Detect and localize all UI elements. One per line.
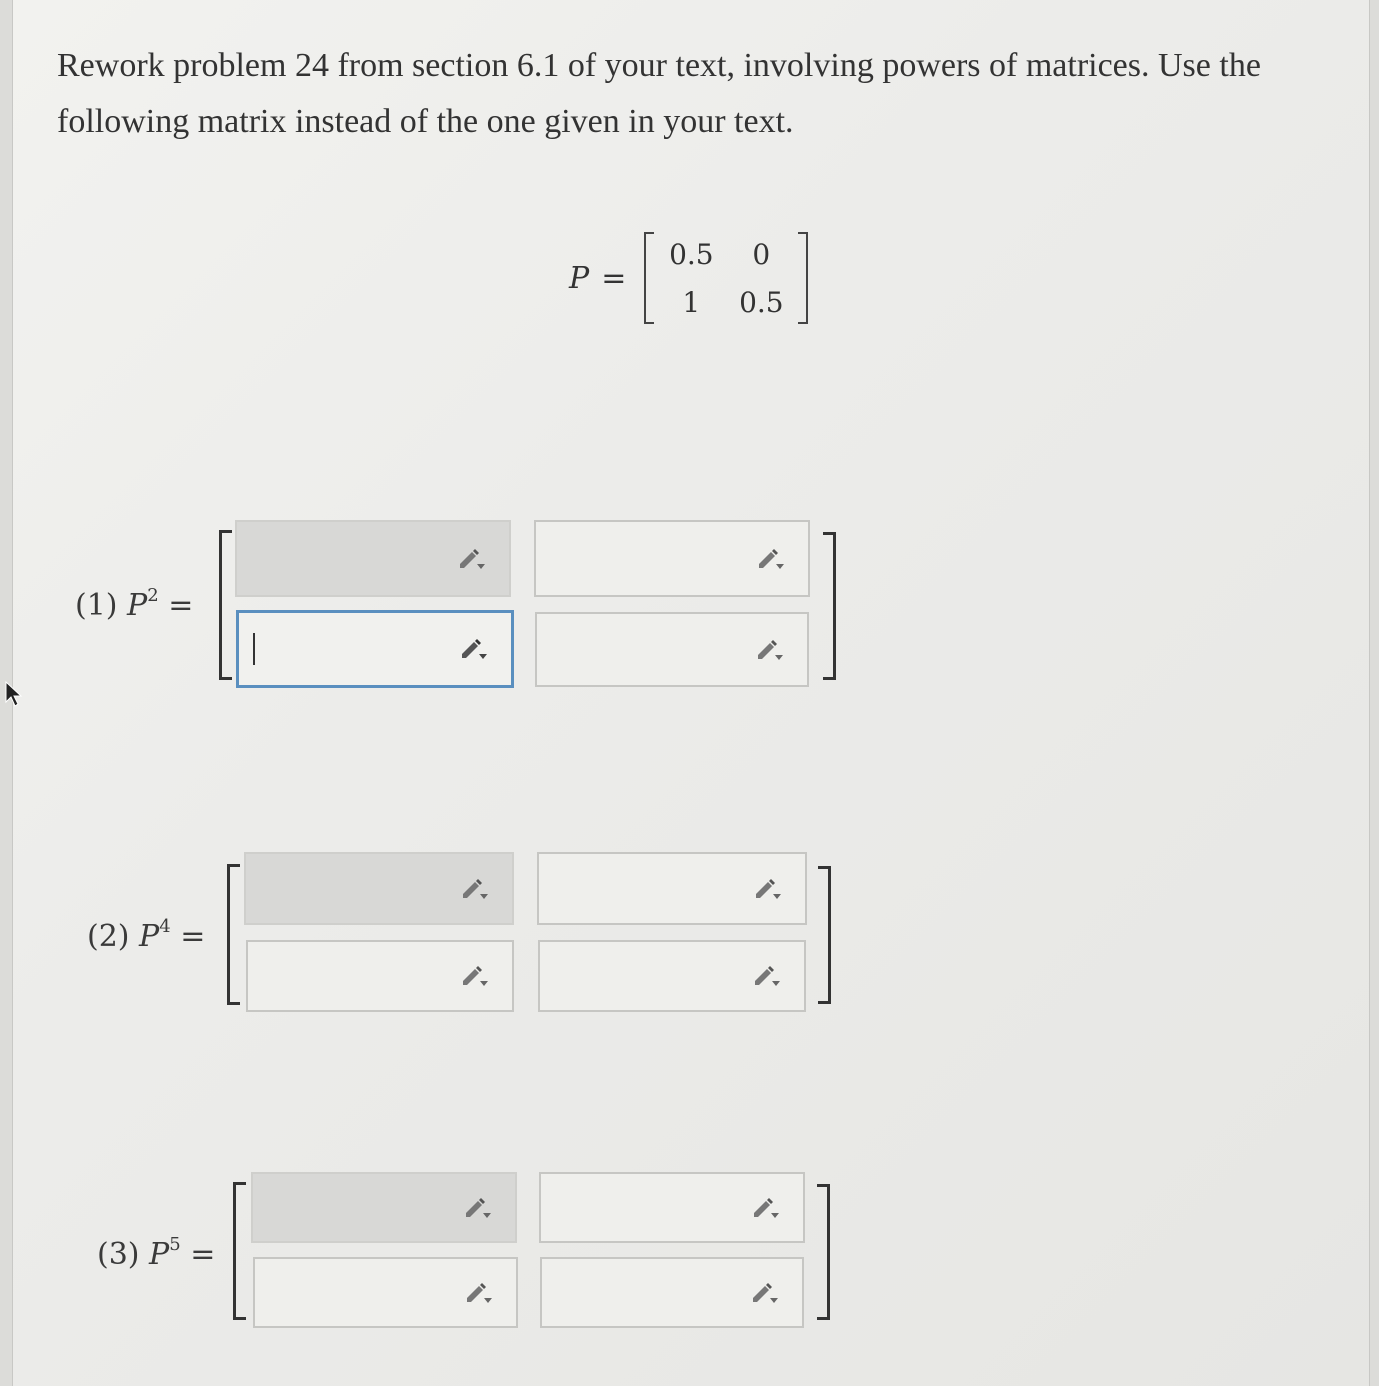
pencil-dropdown-icon[interactable] [756, 546, 786, 572]
answer-cell-p4-r2c2[interactable] [538, 940, 806, 1012]
pencil-dropdown-icon[interactable] [464, 1280, 494, 1306]
left-bracket [219, 530, 232, 680]
pencil-dropdown-icon[interactable] [753, 876, 783, 902]
right-bracket [818, 866, 831, 1004]
pencil-dropdown-icon[interactable] [459, 636, 489, 662]
answer-cell-p2-r2c2[interactable] [535, 612, 809, 687]
left-bracket [233, 1182, 246, 1320]
answer-cell-p5-r2c1[interactable] [253, 1257, 518, 1328]
matrix-entry-r2c2: 0.5 [739, 285, 784, 319]
pencil-dropdown-icon[interactable] [463, 1195, 493, 1221]
answer-cell-p5-r1c1[interactable] [251, 1172, 517, 1243]
pencil-dropdown-icon[interactable] [755, 637, 785, 663]
given-matrix-equation: P = 0.5 0 1 0.5 [569, 228, 809, 328]
right-bracket [823, 532, 836, 680]
equals-sign: = [601, 260, 627, 296]
pencil-dropdown-icon[interactable] [460, 963, 490, 989]
answer-label-p2: (1) P2 = [75, 585, 194, 623]
given-matrix: 0.5 0 1 0.5 [644, 230, 809, 326]
pencil-dropdown-icon[interactable] [751, 1195, 781, 1221]
matrix-entry-r1c2: 0 [752, 237, 771, 271]
question-prompt: Rework problem 24 from section 6.1 of yo… [57, 47, 1261, 140]
answer-cell-p5-r1c2[interactable] [539, 1172, 805, 1243]
pencil-dropdown-icon[interactable] [750, 1280, 780, 1306]
answer-cell-p2-r1c1[interactable] [235, 520, 511, 597]
given-matrix-name: P [569, 260, 590, 296]
matrix-entry-r1c1: 0.5 [669, 237, 714, 271]
mouse-pointer-icon [5, 680, 23, 707]
pencil-dropdown-icon[interactable] [460, 876, 490, 902]
answer-cell-p4-r1c1[interactable] [244, 852, 514, 925]
answer-label-p5: (3) P5 = [97, 1234, 216, 1272]
answer-cell-p2-r2c1[interactable] [236, 610, 514, 688]
answer-cell-p4-r1c2[interactable] [537, 852, 807, 925]
text-caret [253, 633, 255, 665]
left-bracket [227, 864, 240, 1005]
pencil-dropdown-icon[interactable] [752, 963, 782, 989]
pencil-dropdown-icon[interactable] [457, 546, 487, 572]
matrix-entry-r2c1: 1 [682, 285, 701, 319]
question-page: Rework problem 24 from section 6.1 of yo… [12, 0, 1370, 1386]
right-bracket [817, 1184, 830, 1320]
answer-label-p4: (2) P4 = [87, 916, 206, 954]
answer-cell-p4-r2c1[interactable] [246, 940, 514, 1012]
answer-cell-p2-r1c2[interactable] [534, 520, 810, 597]
answer-cell-p5-r2c2[interactable] [540, 1257, 804, 1328]
